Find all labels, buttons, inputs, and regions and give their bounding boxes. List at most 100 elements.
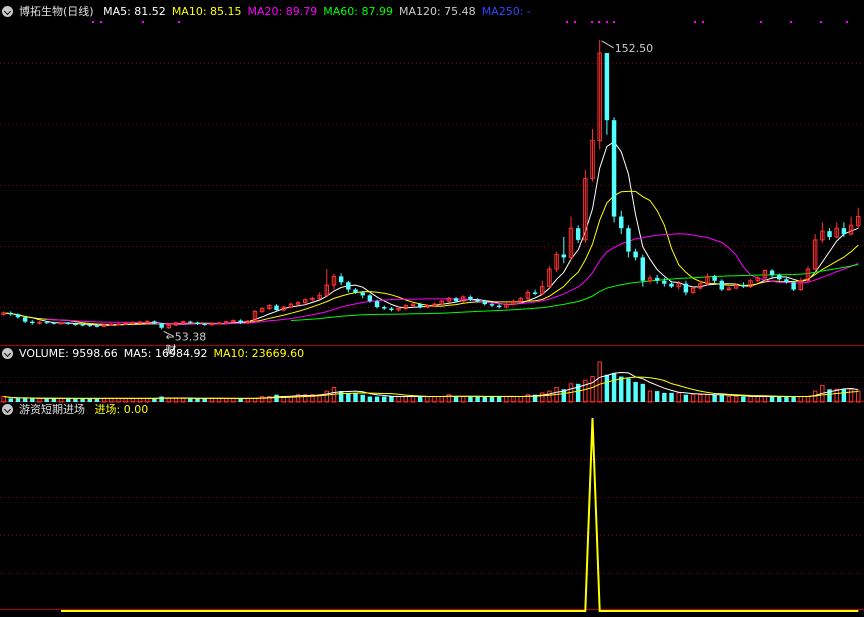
volume-bar-down	[611, 372, 617, 402]
candle-body-down	[374, 301, 380, 308]
volume-bar-up	[590, 376, 595, 403]
candle-body-down	[417, 304, 423, 308]
volume-bar-up	[690, 394, 696, 403]
candle-body-down	[346, 282, 351, 290]
candle-body-up	[109, 323, 114, 326]
indicator-legend: 游资短期进场 进场: 0.00	[2, 402, 160, 418]
entry-signal-line	[61, 417, 859, 612]
volume-bar-down	[367, 396, 373, 402]
candle-body-down	[769, 270, 775, 275]
main-legend-item-4: MA120: 75.48	[398, 5, 476, 18]
volume-bar-down	[683, 394, 689, 402]
candle-body-down	[561, 254, 567, 258]
signal-dot	[591, 21, 593, 23]
grid-layer	[0, 63, 864, 610]
candle-body-up	[216, 322, 222, 325]
indicator-name: 游资短期进场	[19, 403, 85, 416]
volume-bar-down	[238, 398, 243, 402]
volume-bar-down	[353, 392, 358, 402]
candle-body-down	[338, 276, 344, 283]
volume-bar-up	[834, 388, 839, 403]
candle-body-down	[475, 299, 480, 302]
volume-legend-item-2: MA10: 23669.60	[213, 347, 305, 360]
volume-bar-down	[791, 396, 796, 402]
candle-body-down	[353, 289, 358, 293]
candle-body-down	[87, 325, 93, 327]
signal-dot	[702, 21, 704, 23]
stock-chart[interactable]: 152.50 ←53.38 财	[0, 0, 864, 617]
main-legend-item-1: MA10: 85.15	[171, 5, 242, 18]
candle-body-down	[482, 301, 488, 305]
candle-body-up	[145, 320, 150, 323]
volume-panel-toggle-icon[interactable]	[2, 348, 13, 359]
volume-bar-down	[626, 378, 631, 402]
candle-body-down	[94, 325, 100, 327]
volume-legend: VOLUME: 9598.66 MA5: 16984.92 MA10: 23669.…	[2, 346, 316, 362]
candle-body-down	[152, 321, 157, 324]
volume-bar-up	[676, 392, 681, 403]
volume-bar-up	[583, 379, 588, 403]
signal-dot	[92, 21, 94, 23]
candle-body-down	[489, 304, 495, 306]
signal-dot	[100, 21, 102, 23]
volume-bar-down	[468, 396, 473, 402]
volume-bar-down	[482, 396, 488, 402]
volume-bar-down	[619, 376, 624, 402]
candle-body-down	[633, 251, 638, 258]
indicator-panel-toggle-icon[interactable]	[2, 404, 13, 415]
low-price-label: ←53.38	[166, 330, 207, 343]
candle-body-down	[66, 322, 71, 324]
indicator-legend-item-0: 进场: 0.00	[94, 403, 149, 416]
volume-bar-down	[360, 394, 365, 402]
marker-layer: 152.50 ←53.38 财	[92, 21, 848, 356]
candle-body-down	[195, 322, 200, 324]
candle-body-down	[640, 257, 646, 281]
volume-bar-down	[604, 374, 610, 402]
volume-bar-up	[705, 394, 710, 403]
main-panel-toggle-icon[interactable]	[2, 6, 13, 17]
volume-bar-down	[669, 392, 674, 402]
ma5-line	[3, 141, 859, 326]
high-price-label: 152.50	[615, 42, 654, 55]
signal-dot	[598, 21, 600, 23]
volume-bar-up	[647, 390, 653, 403]
candle-body-up	[137, 321, 143, 324]
candlestick-layer	[1, 39, 861, 330]
candle-body-down	[575, 228, 581, 240]
volume-bar-down	[496, 396, 502, 402]
main-legend-item-3: MA60: 87.99	[323, 5, 393, 18]
candle-body-down	[532, 292, 538, 294]
candle-body-down	[791, 282, 796, 290]
main-legend: 博拓生物(日线) MA5: 81.52 MA10: 85.15 MA20: 89.7…	[2, 4, 543, 20]
volume-bar-down	[338, 391, 344, 402]
volume-bar-down	[719, 394, 725, 402]
candle-body-up	[123, 322, 128, 325]
volume-bar-down	[389, 396, 394, 402]
candle-body-down	[8, 312, 13, 315]
volume-bar-down	[417, 396, 423, 402]
volume-bar-down	[188, 398, 193, 402]
volume-bar-up	[547, 390, 552, 403]
candle-body-down	[611, 120, 617, 217]
candle-body-down	[619, 216, 624, 229]
candle-body-down	[30, 321, 35, 324]
candle-body-down	[382, 307, 387, 309]
ma20-line	[46, 233, 859, 325]
signal-dot	[613, 21, 615, 23]
candle-body-down	[683, 283, 689, 293]
volume-bar-down	[453, 396, 459, 402]
candle-body-down	[784, 279, 789, 283]
volume-bar-down	[489, 396, 495, 402]
main-legend-item-0: MA5: 81.52	[103, 5, 166, 18]
volume-bar-down	[374, 396, 380, 402]
candle-body-down	[159, 323, 164, 328]
candle-body-down	[80, 324, 85, 326]
signal-dot	[790, 21, 792, 23]
candle-body-down	[741, 285, 746, 287]
candle-body-down	[51, 322, 57, 324]
candle-body-down	[73, 323, 78, 325]
candle-body-down	[719, 280, 725, 290]
candle-body-up	[116, 323, 121, 326]
candle-body-up	[58, 322, 64, 325]
stock-name: 博拓生物(日线)	[19, 5, 94, 18]
